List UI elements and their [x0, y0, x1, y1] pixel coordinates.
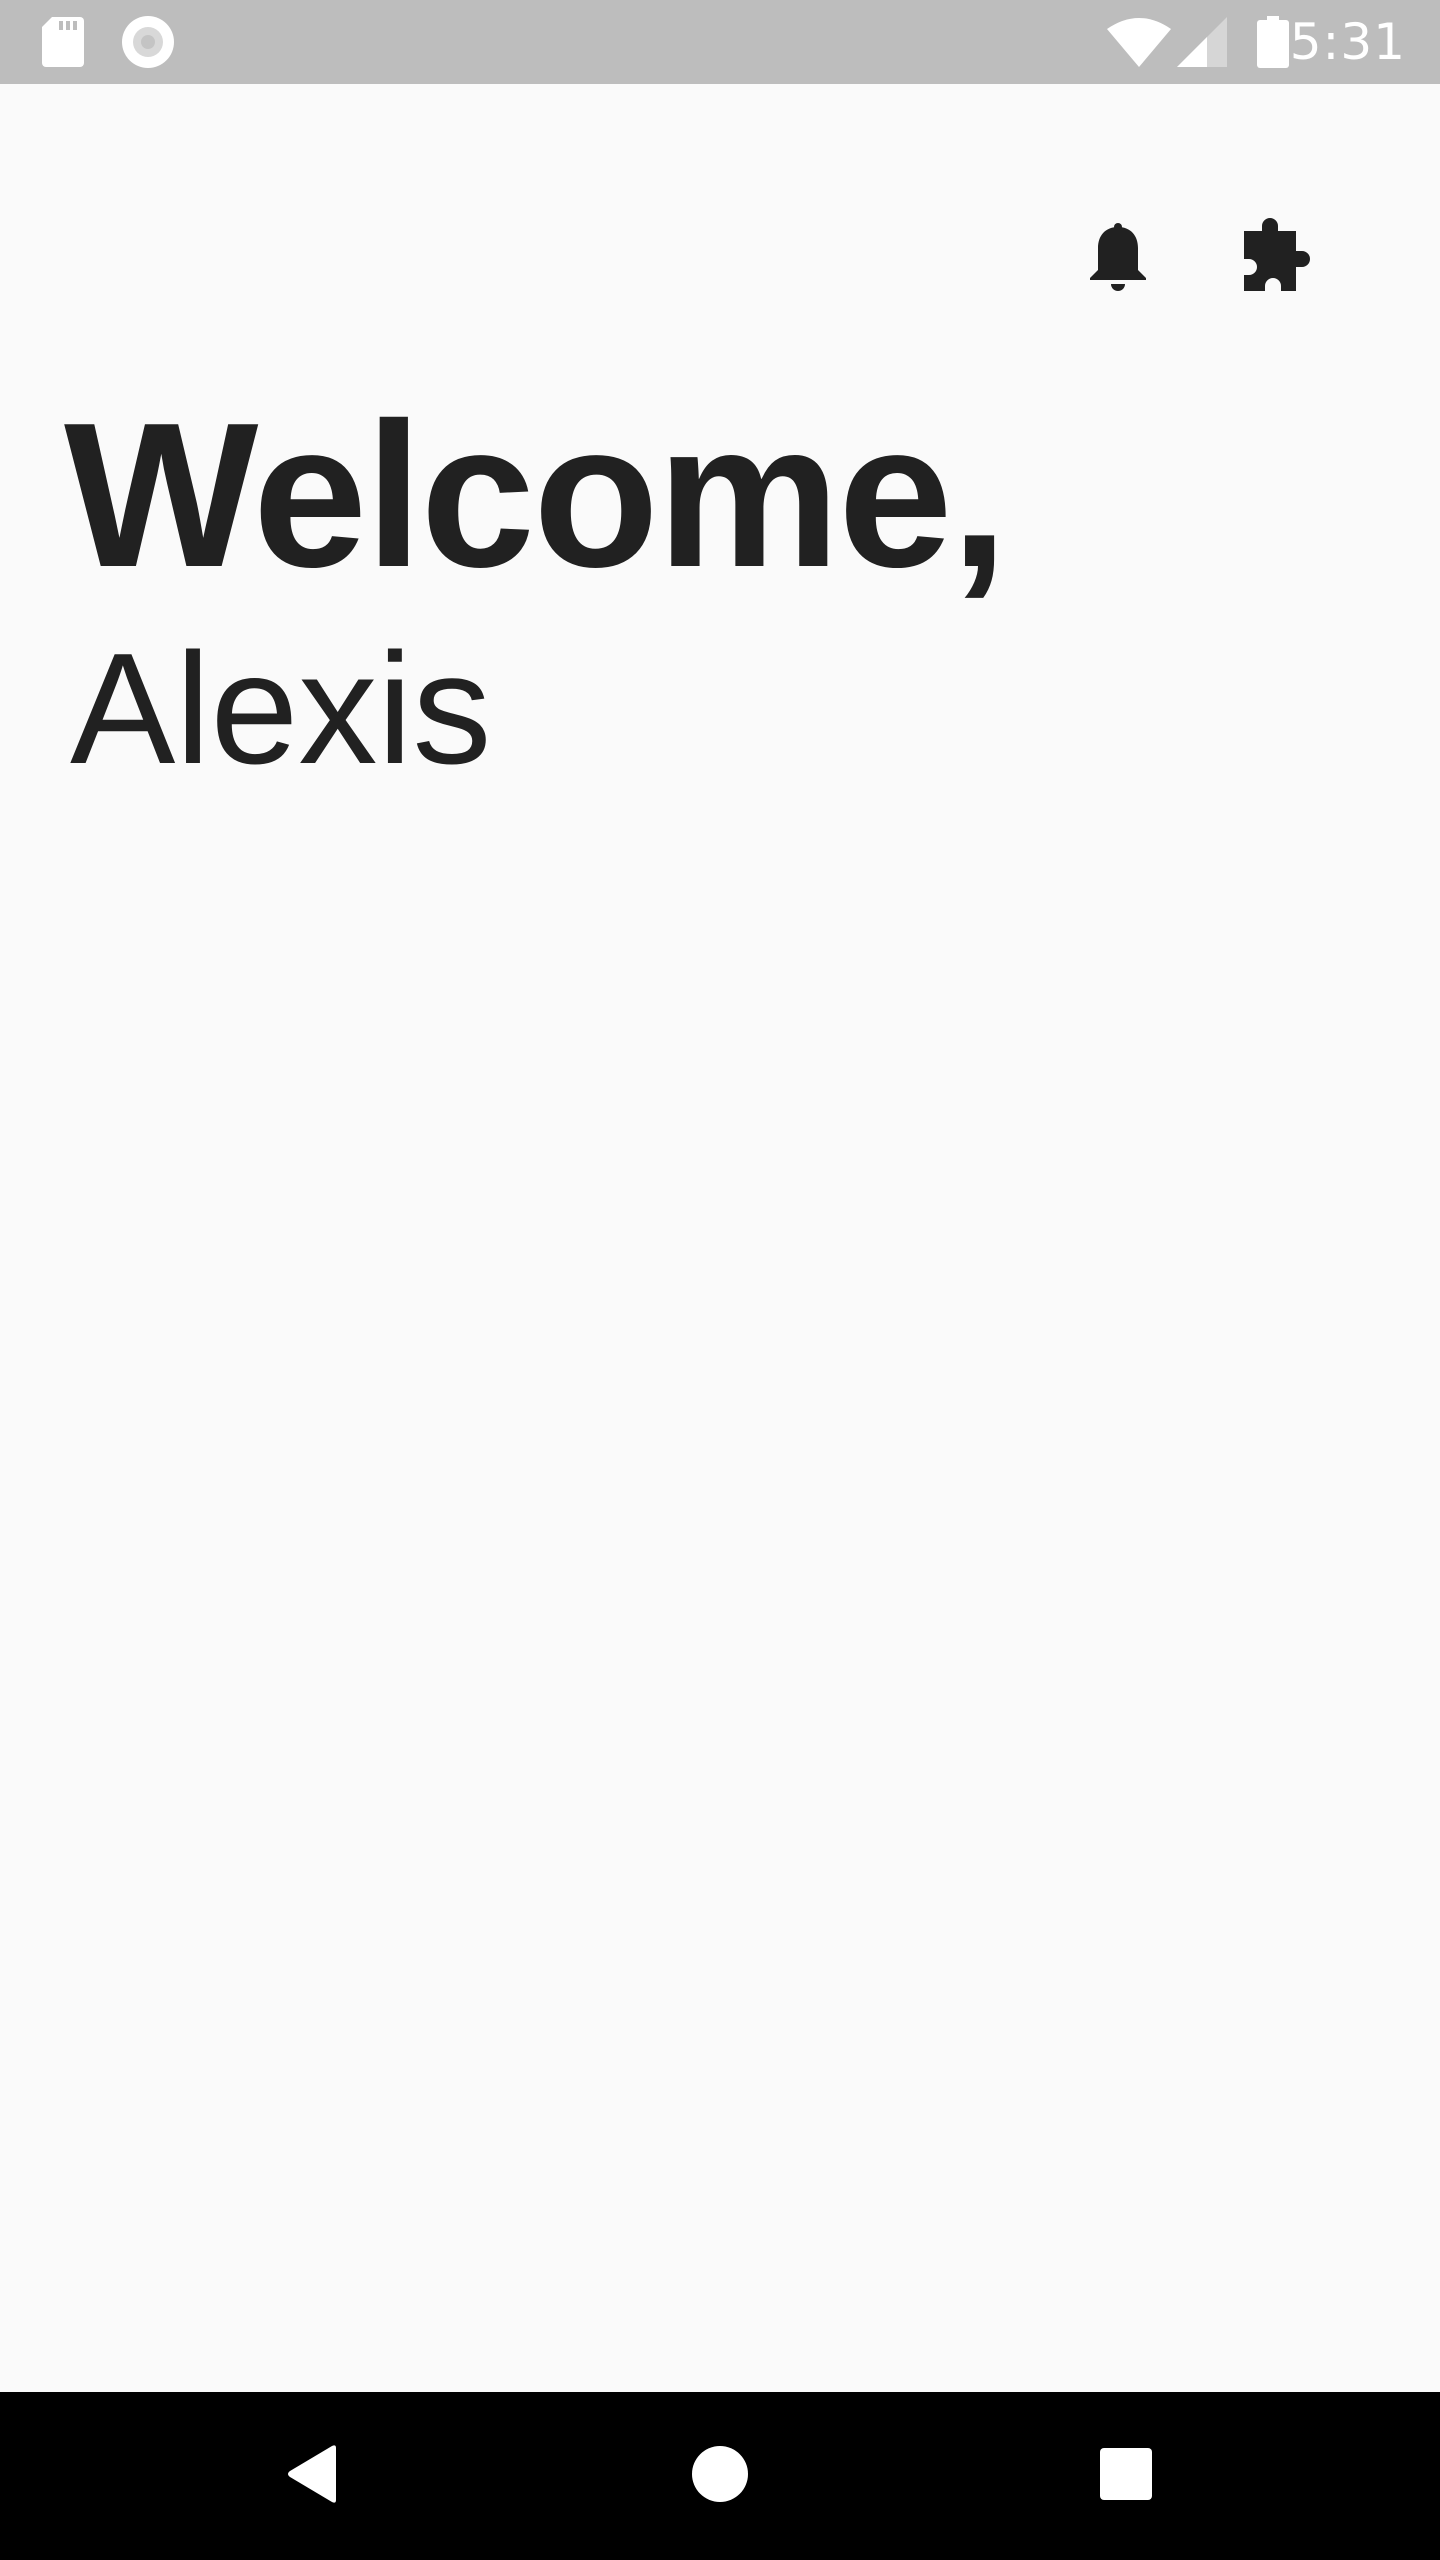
wifi-icon — [1106, 0, 1172, 84]
status-bar: 5:31 — [0, 0, 1440, 84]
extensions-button[interactable] — [1230, 212, 1326, 308]
sync-circle-icon — [120, 0, 176, 84]
status-time: 5:31 — [1289, 13, 1406, 71]
back-triangle-icon — [284, 2444, 344, 2509]
cell-signal-icon — [1176, 0, 1228, 84]
recents-square-icon — [1098, 2446, 1154, 2507]
home-button[interactable] — [636, 2392, 804, 2560]
puzzle-piece-icon — [1238, 217, 1318, 303]
bell-icon — [1089, 222, 1147, 299]
notifications-button[interactable] — [1070, 212, 1166, 308]
navigation-bar — [0, 2392, 1440, 2560]
home-circle-icon — [690, 2444, 750, 2509]
user-name: Alexis — [70, 621, 492, 797]
battery-icon — [1256, 0, 1290, 84]
sd-card-icon — [40, 0, 86, 84]
recents-button[interactable] — [1042, 2392, 1210, 2560]
welcome-title: Welcome, — [64, 380, 1008, 610]
back-button[interactable] — [230, 2392, 398, 2560]
